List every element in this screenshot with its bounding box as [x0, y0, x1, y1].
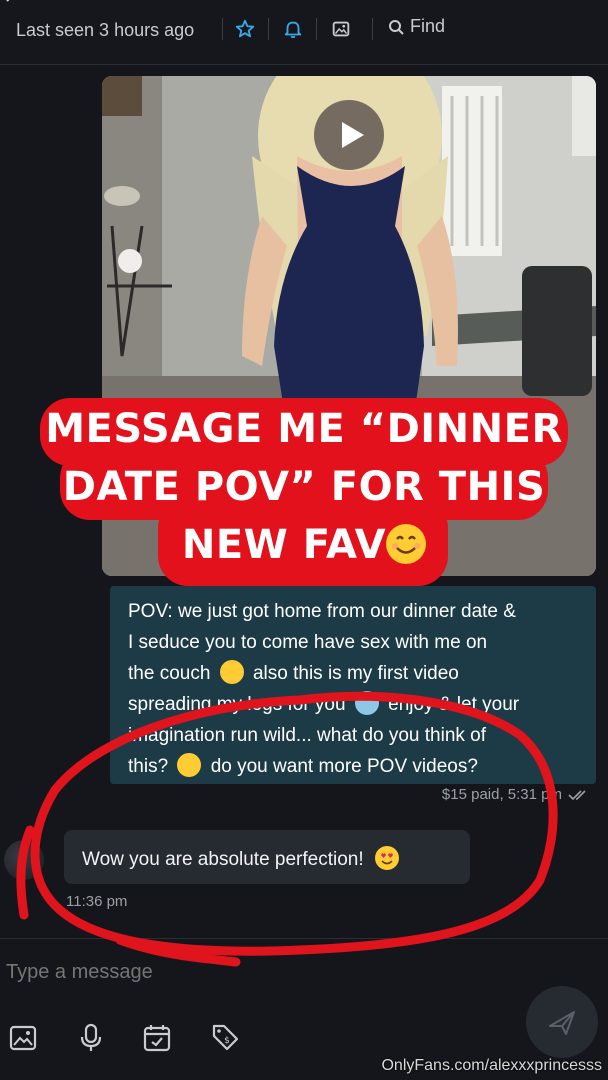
message-input[interactable] — [4, 960, 508, 985]
message-meta: $15 paid, 5:31 pm — [442, 786, 590, 803]
send-icon — [549, 1011, 575, 1035]
find-button[interactable]: Find — [388, 16, 445, 37]
message-timestamp: 11:36 pm — [66, 893, 128, 910]
incoming-message: Wow you are absolute perfection! — [82, 846, 399, 871]
search-icon — [389, 19, 404, 35]
last-seen-status: Last seen 3 hours ago — [16, 20, 195, 40]
image-icon[interactable] — [8, 1022, 38, 1054]
promo-line-3: NEW FAV — [40, 522, 568, 568]
smiling-face-emoji-icon — [386, 524, 427, 564]
caption-line: spreading my legs for you enjoy & let yo… — [128, 689, 588, 720]
divider — [0, 938, 608, 939]
svg-text:$: $ — [224, 1036, 230, 1046]
star-icon[interactable] — [234, 18, 256, 40]
play-icon — [342, 122, 364, 148]
watermark: OnlyFans.com/alexxxprincesss — [381, 1057, 602, 1074]
bell-icon[interactable] — [282, 18, 304, 40]
divider — [222, 18, 223, 40]
heart-eyes-emoji-icon — [374, 846, 399, 870]
caption-line: the couch also this is my first video — [128, 658, 588, 689]
divider — [372, 18, 373, 40]
chat-header: Last seen 3 hours ago Find — [0, 0, 608, 65]
caption-text: POV: we just got home from our dinner da… — [128, 596, 588, 782]
image-icon[interactable] — [330, 18, 352, 40]
message-caption: POV: we just got home from our dinner da… — [110, 586, 596, 784]
caption-line: I seduce you to come have sex with me on — [128, 632, 488, 653]
double-check-icon — [568, 789, 586, 800]
promo-line-1: MESSAGE ME “DINNER — [45, 406, 563, 452]
promo-line-3-text: NEW FAV — [181, 522, 387, 568]
microphone-icon[interactable] — [76, 1022, 106, 1054]
screaming-face-emoji-icon — [354, 691, 379, 715]
caption-line: this? do you want more POV videos? — [128, 751, 588, 782]
paid-status: $15 paid, 5:31 pm — [441, 786, 562, 803]
back-arrow-icon[interactable] — [4, 0, 18, 8]
play-button[interactable] — [314, 100, 384, 170]
avatar[interactable] — [4, 840, 44, 880]
calendar-icon[interactable] — [142, 1022, 172, 1054]
send-button[interactable] — [526, 986, 598, 1058]
winking-face-emoji-icon — [219, 660, 244, 684]
caption-line: imagination run wild... what do you thin… — [128, 725, 487, 746]
divider — [316, 18, 317, 40]
heart-eyes-emoji-icon — [177, 753, 202, 777]
incoming-message-bubble: Wow you are absolute perfection! — [64, 830, 470, 884]
promo-overlay: MESSAGE ME “DINNER DATE POV” FOR THIS NE… — [40, 398, 568, 586]
divider — [268, 18, 269, 40]
promo-line-2: DATE POV” FOR THIS — [62, 464, 546, 510]
price-tag-icon[interactable]: $ — [210, 1022, 240, 1054]
find-label: Find — [410, 16, 446, 36]
caption-line: POV: we just got home from our dinner da… — [128, 601, 516, 622]
